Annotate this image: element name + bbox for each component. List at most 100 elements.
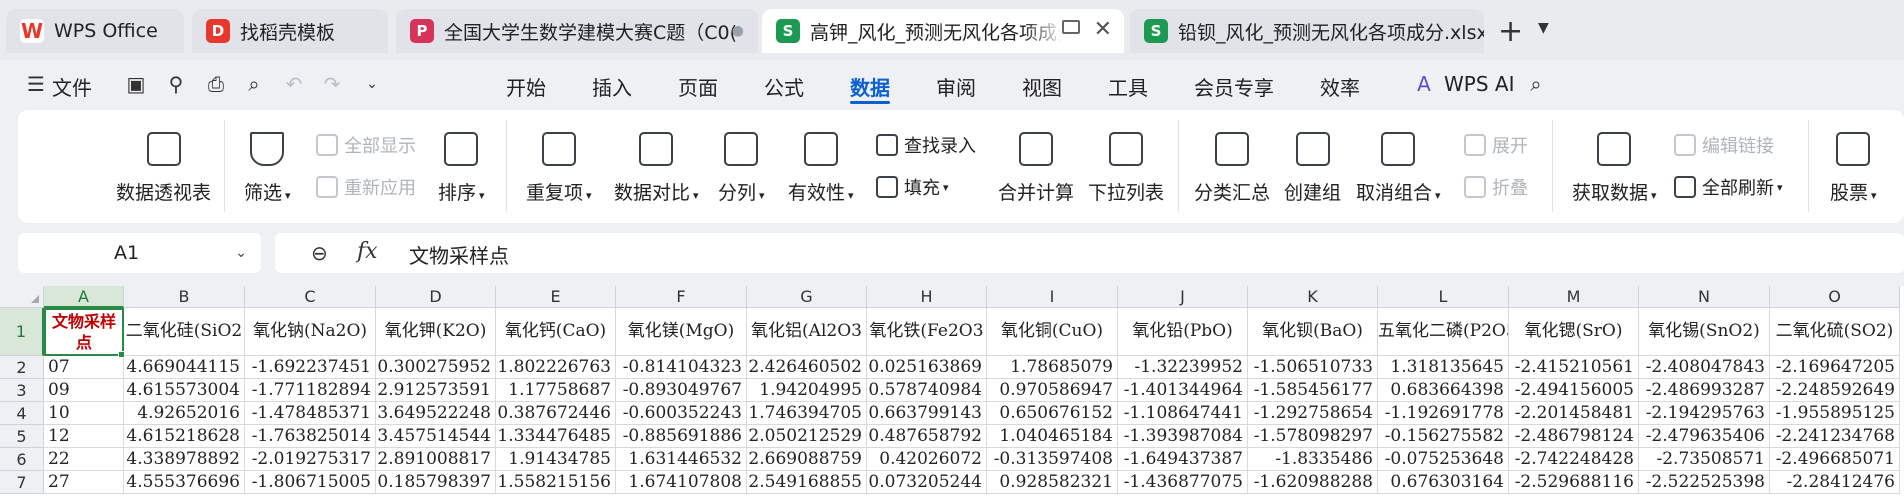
data-cell[interactable]: 0.928582321 — [987, 471, 1118, 494]
data-cell[interactable]: -1.8335486 — [1248, 448, 1378, 471]
data-cell[interactable]: 1.631446532 — [616, 448, 747, 471]
data-cell[interactable]: -1.806715005 — [245, 471, 376, 494]
data-cell[interactable]: -2.248592649 — [1770, 379, 1900, 402]
data-cell[interactable]: 0.676303164 — [1378, 471, 1509, 494]
data-cell[interactable]: 1.78685079 — [987, 356, 1118, 379]
menu-file[interactable]: 文件 — [52, 72, 92, 101]
header-cell[interactable]: 氧化钙(CaO) — [496, 308, 616, 356]
ungroup-button[interactable]: 取消组合 ▾ — [1356, 132, 1441, 205]
column-header-d[interactable]: D — [376, 286, 496, 308]
menu-formula[interactable]: 公式 — [764, 72, 804, 101]
data-cell[interactable]: -1.292758654 — [1248, 402, 1378, 425]
header-cell[interactable]: 氧化钾(K2O) — [376, 308, 496, 356]
row-header-2[interactable]: 2 — [0, 356, 44, 379]
data-cell[interactable]: 0.025163869 — [867, 356, 987, 379]
column-header-l[interactable]: L — [1378, 286, 1509, 308]
spreadsheet-grid[interactable]: A B C D E F G H I J K L M N O 1 2 3 4 5 6 7 二氧化硅(SiO2 氧化钠(Na2O)… — [0, 286, 1904, 499]
header-cell[interactable]: 氧化铝(Al2O3 — [747, 308, 867, 356]
data-cell[interactable]: -1.955895125 — [1770, 402, 1900, 425]
menu-insert[interactable]: 插入 — [592, 72, 632, 101]
column-header-n[interactable]: N — [1639, 286, 1770, 308]
column-header-h[interactable]: H — [867, 286, 987, 308]
search-icon[interactable]: ⌕ — [1524, 72, 1548, 96]
data-cell[interactable]: -1.192691778 — [1378, 402, 1509, 425]
data-cell[interactable]: 1.17758687 — [496, 379, 616, 402]
data-cell[interactable]: -1.478485371 — [245, 402, 376, 425]
data-cell[interactable]: -0.313597408 — [987, 448, 1118, 471]
data-cell[interactable]: 4.669044115 — [124, 356, 245, 379]
data-cell[interactable]: 4.555376696 — [124, 471, 245, 494]
menu-view[interactable]: 视图 — [1022, 72, 1062, 101]
data-cell[interactable]: -2.496685071 — [1770, 448, 1900, 471]
data-cell[interactable]: 3.457514544 — [376, 425, 496, 448]
validity-button[interactable]: 有效性 ▾ — [788, 132, 854, 205]
data-cell[interactable]: -2.494156005 — [1509, 379, 1639, 402]
data-cell[interactable]: -2.486993287 — [1639, 379, 1770, 402]
tab-templates[interactable]: D 找稻壳模板 — [192, 9, 388, 53]
data-cell[interactable]: -0.893049767 — [616, 379, 747, 402]
fill-button[interactable]: 填充 ▾ — [876, 174, 949, 200]
data-cell[interactable]: -1.763825014 — [245, 425, 376, 448]
column-header-j[interactable]: J — [1118, 286, 1248, 308]
data-cell[interactable]: 4.92652016 — [124, 402, 245, 425]
show-all-button[interactable]: 全部显示 — [316, 132, 416, 158]
data-cell[interactable]: 0.387672446 — [496, 402, 616, 425]
data-cell[interactable]: 1.334476485 — [496, 425, 616, 448]
column-header-a[interactable]: A — [44, 286, 124, 308]
column-header-i[interactable]: I — [987, 286, 1118, 308]
create-group-button[interactable]: 创建组 — [1284, 132, 1341, 205]
menu-page[interactable]: 页面 — [678, 72, 718, 101]
data-cell[interactable]: -1.620988288 — [1248, 471, 1378, 494]
collapse-button[interactable]: 折叠 — [1464, 174, 1528, 200]
active-cell-a1[interactable]: 文物采样点 — [44, 308, 124, 356]
chevron-down-icon[interactable]: ⌄ — [360, 72, 384, 96]
sample-id-cell[interactable]: 12 — [44, 425, 124, 448]
hamburger-icon[interactable]: ☰ — [24, 72, 48, 96]
header-cell[interactable]: 氧化锡(SnO2) — [1639, 308, 1770, 356]
sample-id-cell[interactable]: 27 — [44, 471, 124, 494]
column-header-g[interactable]: G — [747, 286, 867, 308]
data-cell[interactable]: -1.692237451 — [245, 356, 376, 379]
reapply-button[interactable]: 重新应用 — [316, 174, 416, 200]
data-cell[interactable]: -2.415210561 — [1509, 356, 1639, 379]
column-header-b[interactable]: B — [124, 286, 245, 308]
header-cell[interactable]: 二氧化硅(SiO2 — [124, 308, 245, 356]
fill-handle[interactable] — [118, 351, 125, 358]
data-cell[interactable]: -2.408047843 — [1639, 356, 1770, 379]
header-cell[interactable]: 氧化锶(SrO) — [1509, 308, 1639, 356]
data-cell[interactable]: -1.578098297 — [1248, 425, 1378, 448]
data-cell[interactable]: 4.615218628 — [124, 425, 245, 448]
header-cell[interactable]: 氧化钡(BaO) — [1248, 308, 1378, 356]
new-tab-icon[interactable]: + — [1498, 14, 1523, 49]
zoom-icon[interactable]: ⊖ — [311, 241, 328, 265]
row-header-4[interactable]: 4 — [0, 402, 44, 425]
sample-id-cell[interactable]: 07 — [44, 356, 124, 379]
row-header-5[interactable]: 5 — [0, 425, 44, 448]
print-icon[interactable]: ⎙ — [204, 72, 228, 96]
data-cell[interactable]: -0.156275582 — [1378, 425, 1509, 448]
data-cell[interactable]: 0.578740984 — [867, 379, 987, 402]
data-cell[interactable]: 1.746394705 — [747, 402, 867, 425]
data-cell[interactable]: 0.073205244 — [867, 471, 987, 494]
sample-id-cell[interactable]: 22 — [44, 448, 124, 471]
menu-wps-ai[interactable]: WPS AI — [1444, 72, 1514, 96]
redo-icon[interactable]: ↷ — [320, 72, 344, 96]
data-cell[interactable]: -1.32239952 — [1118, 356, 1248, 379]
data-cell[interactable]: -0.600352243 — [616, 402, 747, 425]
data-cell[interactable]: 1.94204995 — [747, 379, 867, 402]
data-cell[interactable]: 1.674107808 — [616, 471, 747, 494]
split-column-button[interactable]: 分列 ▾ — [718, 132, 765, 205]
header-cell[interactable]: 五氧化二磷(P2O5 — [1378, 308, 1509, 356]
get-data-button[interactable]: 获取数据 ▾ — [1572, 132, 1657, 205]
menu-member[interactable]: 会员专享 — [1194, 72, 1274, 101]
consolidate-button[interactable]: 合并计算 — [998, 132, 1074, 205]
data-cell[interactable]: -1.393987084 — [1118, 425, 1248, 448]
data-cell[interactable]: 2.891008817 — [376, 448, 496, 471]
chevron-down-icon[interactable]: ▼ — [1538, 20, 1549, 36]
filter-button[interactable]: 筛选 ▾ — [244, 132, 291, 205]
row-header-6[interactable]: 6 — [0, 448, 44, 471]
data-cell[interactable]: 0.42026072 — [867, 448, 987, 471]
data-cell[interactable]: -2.201458481 — [1509, 402, 1639, 425]
column-header-o[interactable]: O — [1770, 286, 1900, 308]
sort-button[interactable]: 排序 ▾ — [438, 132, 485, 205]
